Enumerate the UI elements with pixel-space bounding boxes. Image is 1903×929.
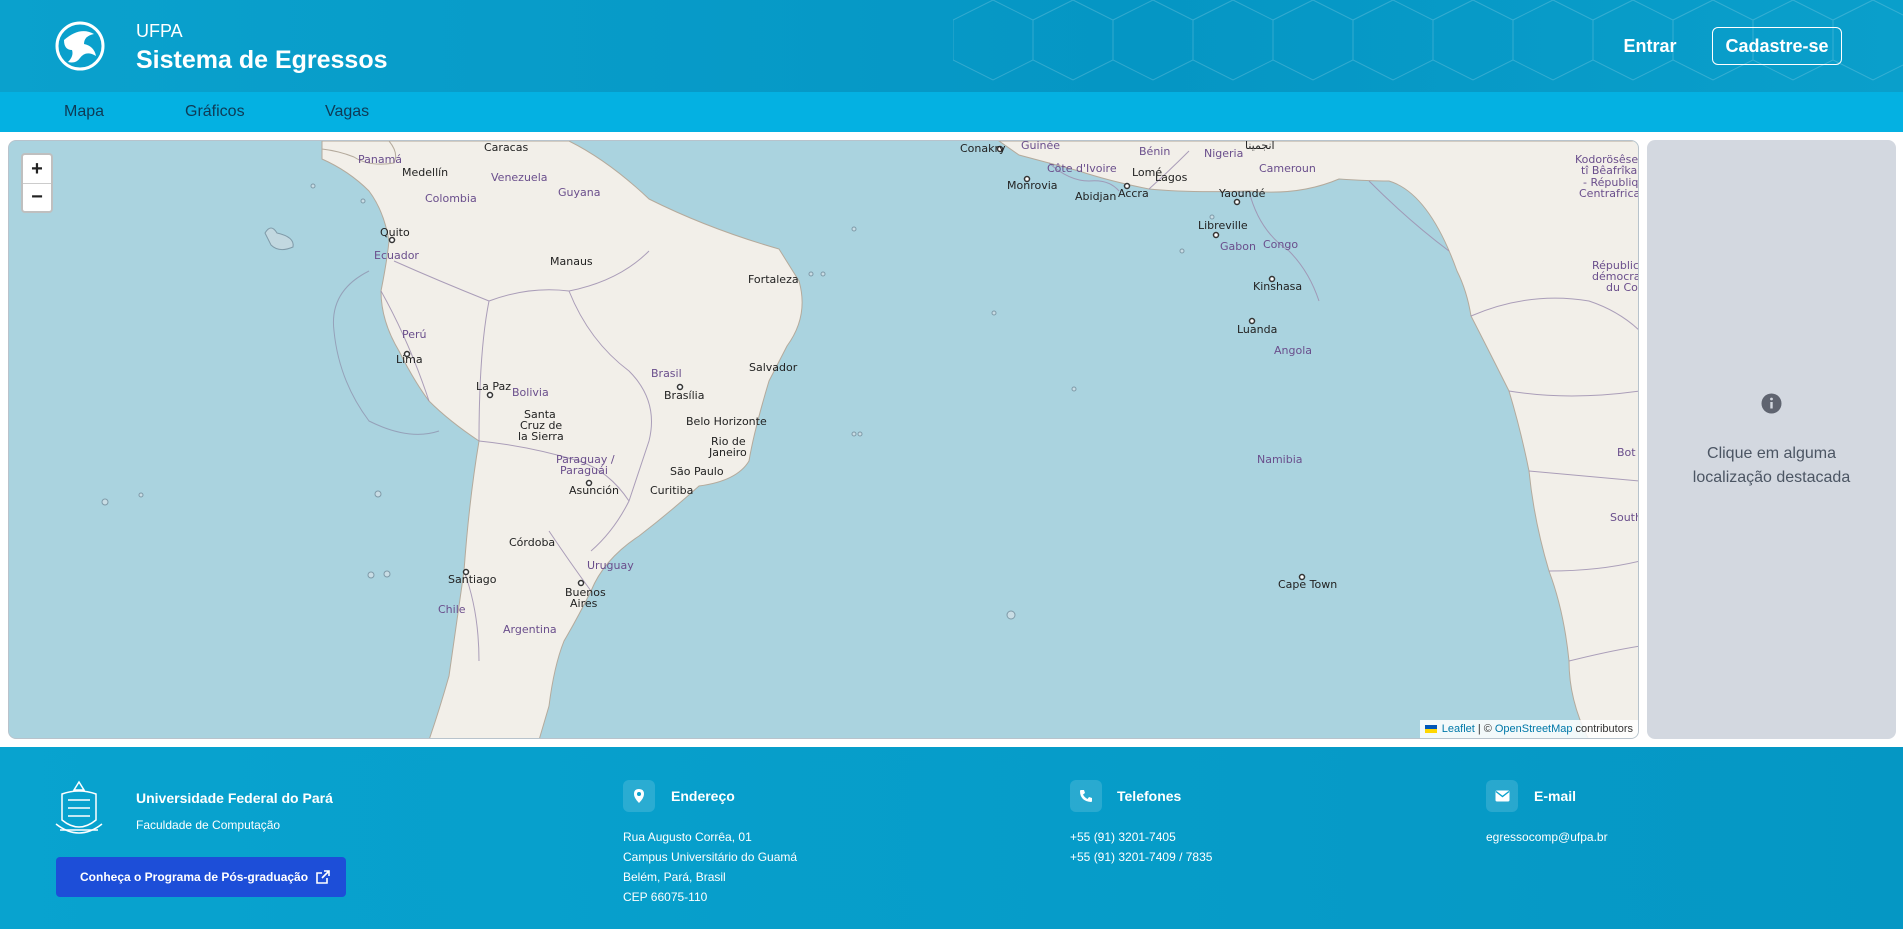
zoom-control: + −: [21, 153, 53, 213]
label-paraguai: Paraguái: [560, 464, 608, 477]
faculty-name: Faculdade de Computação: [136, 818, 281, 832]
nav-item-graficos[interactable]: Gráficos: [185, 103, 245, 121]
label-uruguay: Uruguay: [587, 559, 634, 572]
label-colombia: Colombia: [425, 192, 477, 205]
pos-graduacao-label: Conheça o Programa de Pós-graduação: [80, 870, 309, 884]
label-quito: Quito: [380, 226, 410, 239]
address-line: Rua Augusto Corrêa, 01: [623, 830, 752, 844]
mail-icon: [1486, 780, 1518, 812]
leaflet-link[interactable]: Leaflet: [1442, 723, 1475, 735]
label-cote-divoire: Côte d'Ivoire: [1047, 162, 1117, 175]
pos-graduacao-button[interactable]: Conheça o Programa de Pós-graduação: [56, 857, 346, 897]
label-curitiba: Curitiba: [650, 484, 693, 497]
eagle-globe-logo-icon: [55, 21, 105, 71]
label-guyana: Guyana: [558, 186, 600, 199]
attribution-contributors: contributors: [1575, 723, 1633, 735]
label-salvador: Salvador: [749, 361, 798, 374]
label-brasil: Brasil: [651, 367, 682, 380]
phone-icon: [1070, 780, 1102, 812]
location-detail-panel: Clique em alguma localização destacada: [1647, 140, 1896, 739]
address-line: Belém, Pará, Brasil: [623, 870, 726, 884]
label-monrovia: Monrovia: [1007, 179, 1058, 192]
label-namibia: Namibia: [1257, 453, 1303, 466]
label-argentina: Argentina: [503, 623, 557, 636]
label-venezuela: Venezuela: [491, 171, 548, 184]
label-gabon: Gabon: [1220, 240, 1256, 253]
phone-line: +55 (91) 3201-7409 / 7835: [1070, 850, 1213, 864]
label-buenos-aires-2: Aires: [570, 597, 598, 610]
label-rdc-3: du Con: [1606, 281, 1639, 294]
label-cordoba: Córdoba: [509, 536, 555, 549]
label-kinshasa: Kinshasa: [1253, 280, 1302, 293]
label-medellin: Medellín: [402, 166, 448, 179]
location-pin-icon: [623, 780, 655, 812]
label-nigeria: Nigeria: [1204, 147, 1243, 160]
map-view[interactable]: Panamá Venezuela Colombia Guyana Ecuador…: [8, 140, 1639, 739]
map-attribution: Leaflet | © OpenStreetMap contributors: [1419, 720, 1638, 738]
label-peru: Perú: [402, 328, 427, 341]
label-lima: Lima: [396, 353, 423, 366]
label-rio-2: Janeiro: [708, 446, 747, 459]
login-button[interactable]: Entrar: [1610, 28, 1690, 64]
address-line: Campus Universitário do Guamá: [623, 850, 798, 864]
label-bolivia: Bolivia: [512, 386, 549, 399]
label-guinee: Guinée: [1021, 141, 1060, 152]
label-cape-town: Cape Town: [1278, 578, 1337, 591]
label-fortaleza: Fortaleza: [748, 273, 799, 286]
university-name: Universidade Federal do Pará: [136, 790, 333, 806]
label-lagos: Lagos: [1155, 171, 1188, 184]
attribution-separator: | ©: [1477, 723, 1492, 735]
label-asuncion: Asunción: [569, 484, 619, 497]
phones-title: Telefones: [1117, 788, 1182, 804]
phone-line: +55 (91) 3201-7405: [1070, 830, 1176, 844]
label-manaus: Manaus: [550, 255, 593, 268]
label-cameroun: Cameroun: [1259, 162, 1316, 175]
label-kodoro-4: Centrafricaine: [1579, 187, 1639, 200]
label-conakry: Conakry: [960, 142, 1006, 155]
main-nav: Mapa Gráficos Vagas: [0, 92, 1903, 132]
label-libreville: Libreville: [1198, 219, 1248, 232]
label-yaounde: Yaoundé: [1218, 187, 1266, 200]
label-panama: Panamá: [358, 153, 402, 166]
email-address[interactable]: egressocomp@ufpa.br: [1486, 830, 1608, 844]
label-belo-horizonte: Belo Horizonte: [686, 415, 767, 428]
label-brasilia: Brasília: [664, 389, 704, 402]
app-header: UFPA Sistema de Egressos Entrar Cadastre…: [0, 0, 1903, 92]
email-title: E-mail: [1534, 788, 1577, 804]
label-luanda: Luanda: [1237, 323, 1277, 336]
map-tiles[interactable]: Panamá Venezuela Colombia Guyana Ecuador…: [9, 141, 1639, 739]
ufpa-seal-icon: [55, 780, 103, 834]
info-icon: [1761, 393, 1782, 414]
label-sao-paulo: São Paulo: [670, 465, 724, 478]
app-footer: [0, 747, 1903, 929]
label-la-paz: La Paz: [476, 380, 511, 393]
nav-item-mapa[interactable]: Mapa: [64, 103, 104, 121]
address-line: CEP 66075-110: [623, 890, 708, 904]
app-title: Sistema de Egressos: [136, 46, 388, 74]
label-santiago: Santiago: [448, 573, 497, 586]
label-accra: Accra: [1118, 187, 1149, 200]
label-ecuador: Ecuador: [374, 249, 419, 262]
label-congo: Congo: [1263, 238, 1298, 251]
label-santa-cruz-3: la Sierra: [518, 430, 564, 443]
address-title: Endereço: [671, 788, 735, 804]
label-chile: Chile: [438, 603, 466, 616]
zoom-out-button[interactable]: −: [23, 183, 51, 211]
label-caracas: Caracas: [484, 141, 528, 154]
osm-link[interactable]: OpenStreetMap: [1495, 723, 1573, 735]
label-angola: Angola: [1274, 344, 1312, 357]
label-ndjamena: انجمينا: [1245, 141, 1275, 152]
label-south-africa: South: [1610, 511, 1639, 524]
label-abidjan: Abidjan: [1075, 190, 1116, 203]
external-link-icon: [316, 870, 330, 884]
brand-short: UFPA: [136, 21, 183, 41]
empty-selection-message: Clique em alguma localização destacada: [1692, 445, 1851, 486]
ukraine-flag-icon: [1424, 725, 1437, 733]
nav-item-vagas[interactable]: Vagas: [325, 103, 369, 121]
label-botswana: Bot: [1617, 446, 1636, 459]
signup-button[interactable]: Cadastre-se: [1712, 27, 1842, 65]
zoom-in-button[interactable]: +: [23, 155, 51, 183]
label-benin: Bénin: [1139, 145, 1170, 158]
